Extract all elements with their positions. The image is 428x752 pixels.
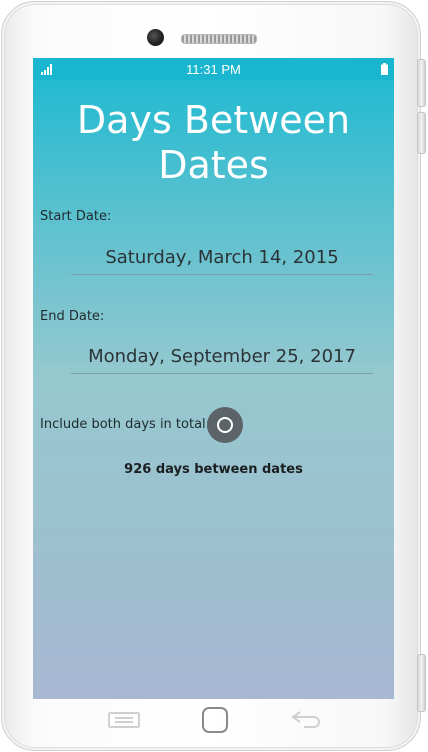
include-both-days-label: Include both days in total:	[40, 417, 211, 432]
battery-icon	[381, 63, 388, 75]
title-line-2: Dates	[158, 143, 269, 187]
status-time: 11:31 PM	[186, 62, 241, 77]
back-icon[interactable]	[290, 710, 322, 728]
speaker-grille	[181, 34, 257, 44]
front-camera	[147, 29, 164, 46]
screen: 11:31 PM Days Between Dates Start Date: …	[33, 58, 394, 699]
end-date-picker[interactable]: Monday, September 25, 2017	[71, 343, 373, 374]
home-icon[interactable]	[201, 706, 229, 734]
title-line-1: Days Between	[76, 98, 351, 142]
volume-down-button	[417, 112, 426, 154]
start-date-picker[interactable]: Saturday, March 14, 2015	[71, 244, 373, 275]
result-text: 926 days between dates	[124, 462, 303, 477]
start-date-label: Start Date:	[40, 209, 112, 224]
volume-up-button	[417, 59, 426, 107]
power-button	[417, 654, 426, 712]
end-date-label: End Date:	[40, 309, 105, 324]
toggle-off-icon	[217, 417, 233, 433]
menu-icon[interactable]	[108, 712, 140, 728]
include-both-days-toggle[interactable]	[207, 407, 243, 443]
phone-frame: 11:31 PM Days Between Dates Start Date: …	[1, 1, 426, 751]
status-bar: 11:31 PM	[33, 58, 394, 80]
page-title: Days Between Dates	[33, 98, 394, 188]
